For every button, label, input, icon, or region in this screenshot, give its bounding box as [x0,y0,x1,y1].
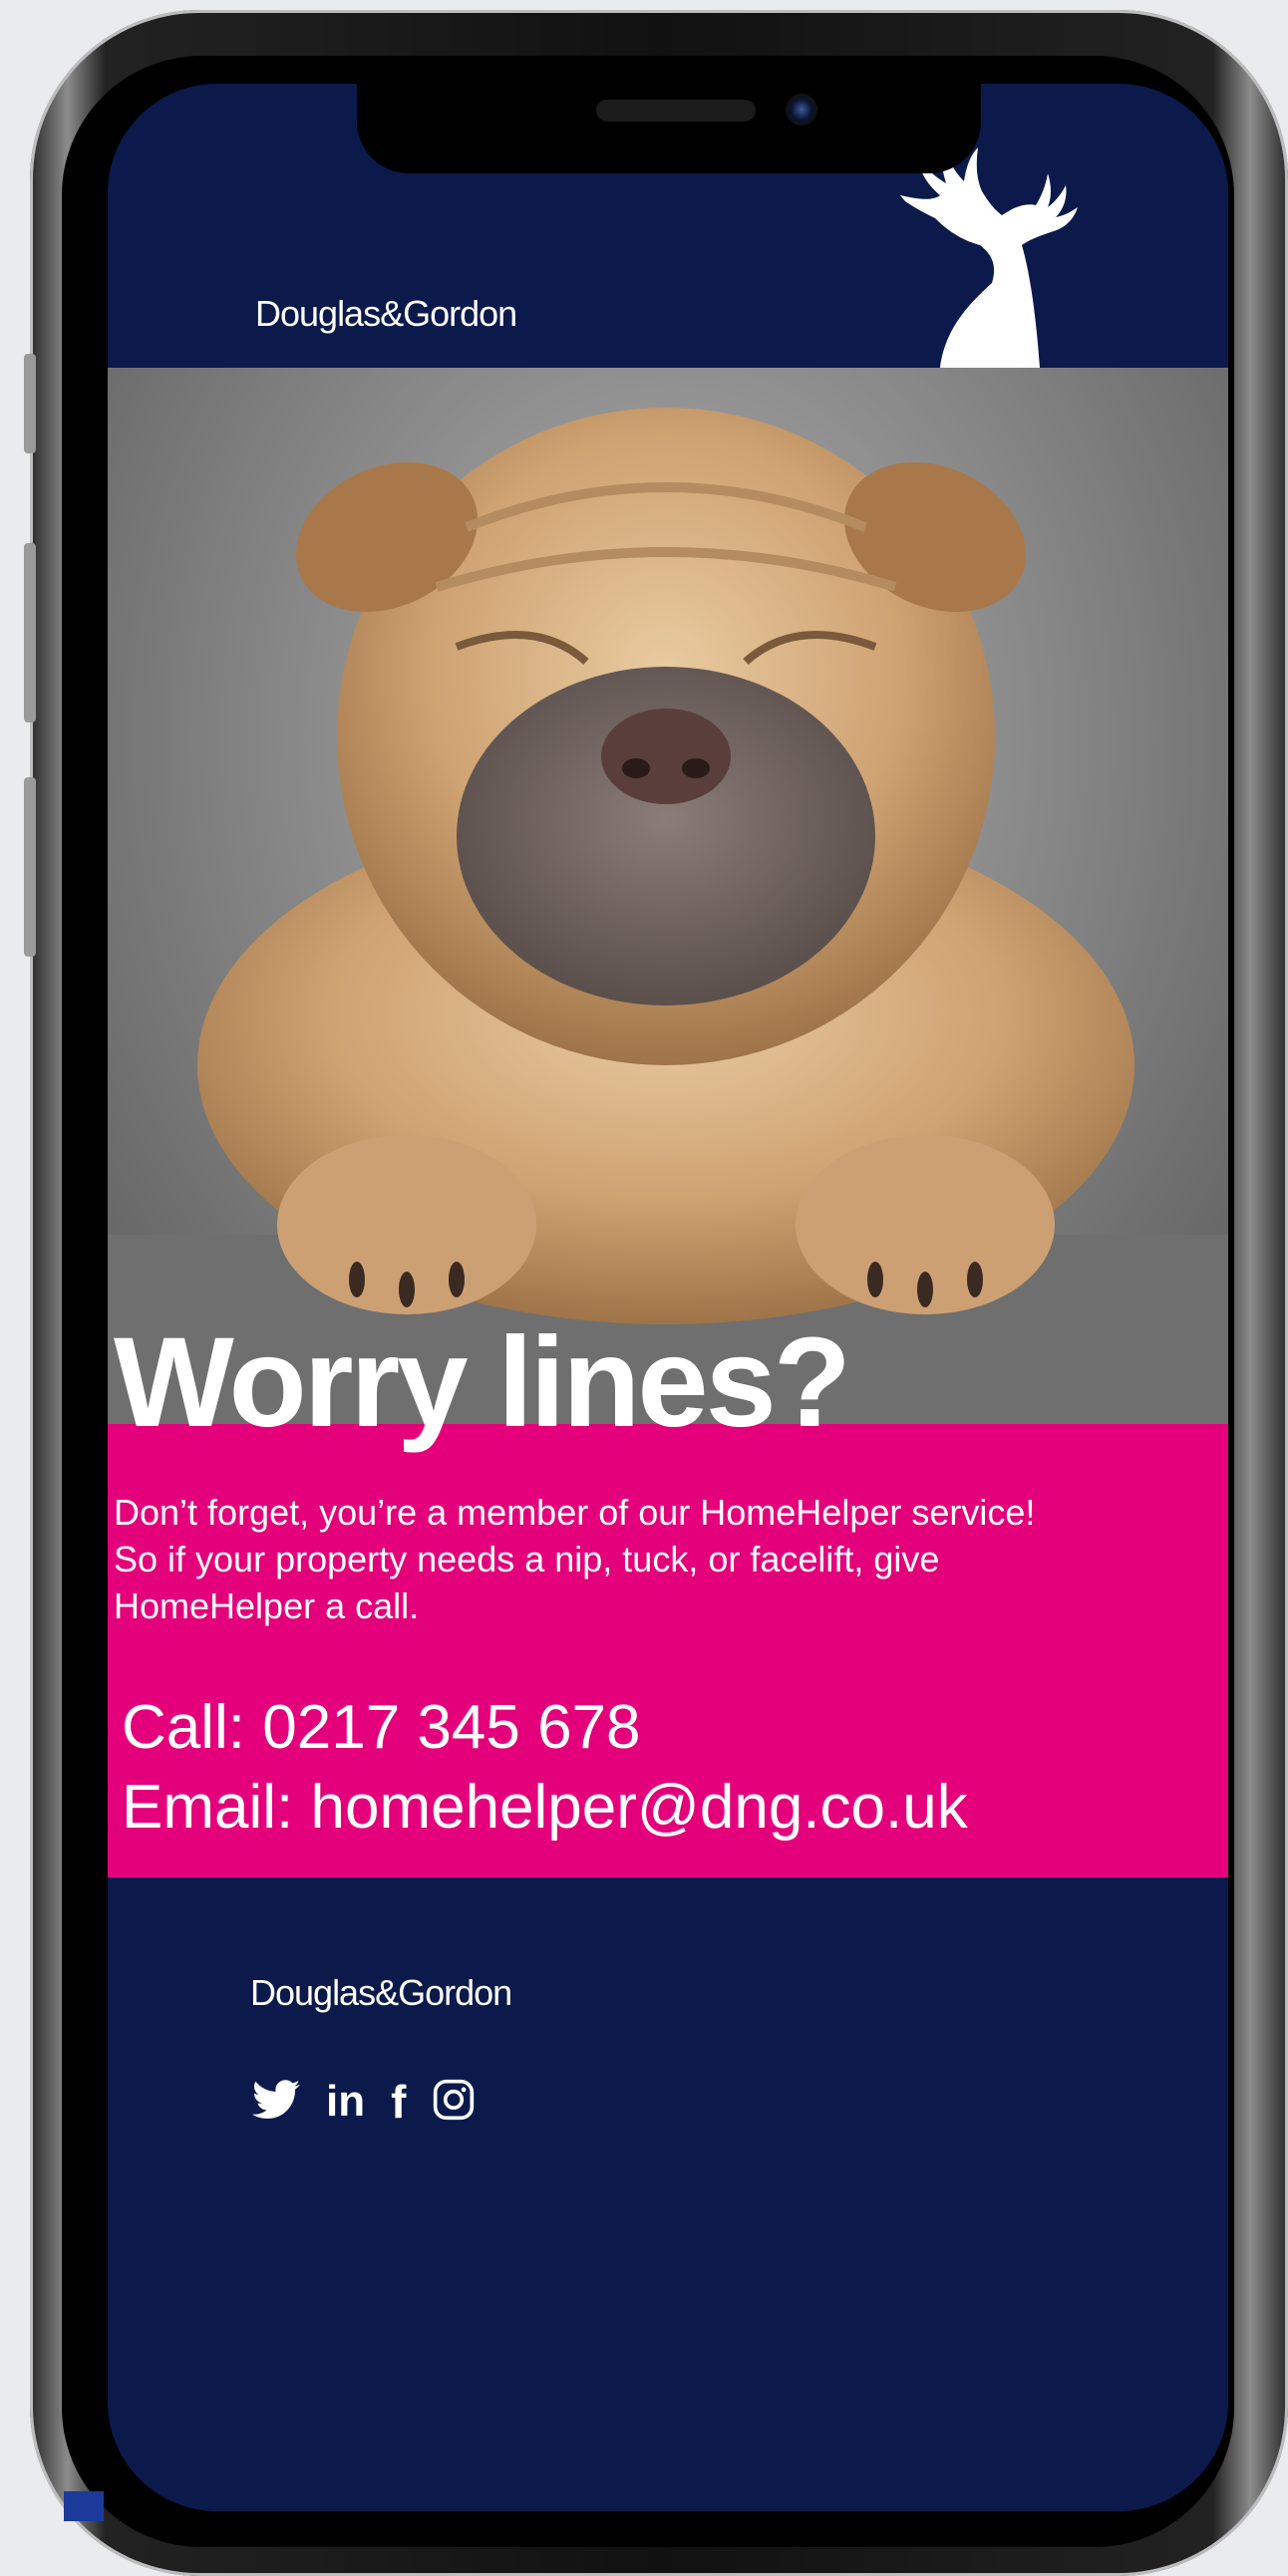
twitter-icon[interactable] [252,2079,300,2125]
contact-block: Call: 0217 345 678 Email: homehelper@dng… [122,1688,968,1848]
email-link[interactable]: Email: homehelper@dng.co.uk [122,1768,968,1848]
linkedin-icon[interactable]: in [326,2080,365,2124]
header-logo[interactable]: Douglas&Gordon [255,293,517,335]
body-copy: Don’t forget, you’re a member of our Hom… [114,1489,1224,1629]
body-line: So if your property needs a nip, tuck, o… [114,1539,940,1579]
speaker-grille [596,100,756,122]
puppy-illustration [108,408,1228,1424]
email-footer: Douglas&Gordon [108,1877,1228,2511]
instagram-icon[interactable] [432,2078,476,2127]
body-line: Don’t forget, you’re a member of our Hom… [114,1492,1036,1533]
phone-screen: Douglas&Gordon Worry lines? Don’t forget… [108,84,1228,2511]
footer-logo[interactable]: Douglas&Gordon [250,1972,512,2014]
headline: Worry lines? [114,1311,851,1454]
notch [357,84,981,173]
mute-switch [24,354,36,453]
front-camera [786,94,817,126]
body-line: HomeHelper a call. [114,1585,420,1626]
volume-down-button [24,777,36,957]
social-links: in f [252,2077,476,2127]
hero-image [108,368,1228,1424]
volume-up-button [24,543,36,722]
frame-accent [64,2491,104,2521]
facebook-icon[interactable]: f [391,2079,406,2125]
call-link[interactable]: Call: 0217 345 678 [122,1688,968,1768]
